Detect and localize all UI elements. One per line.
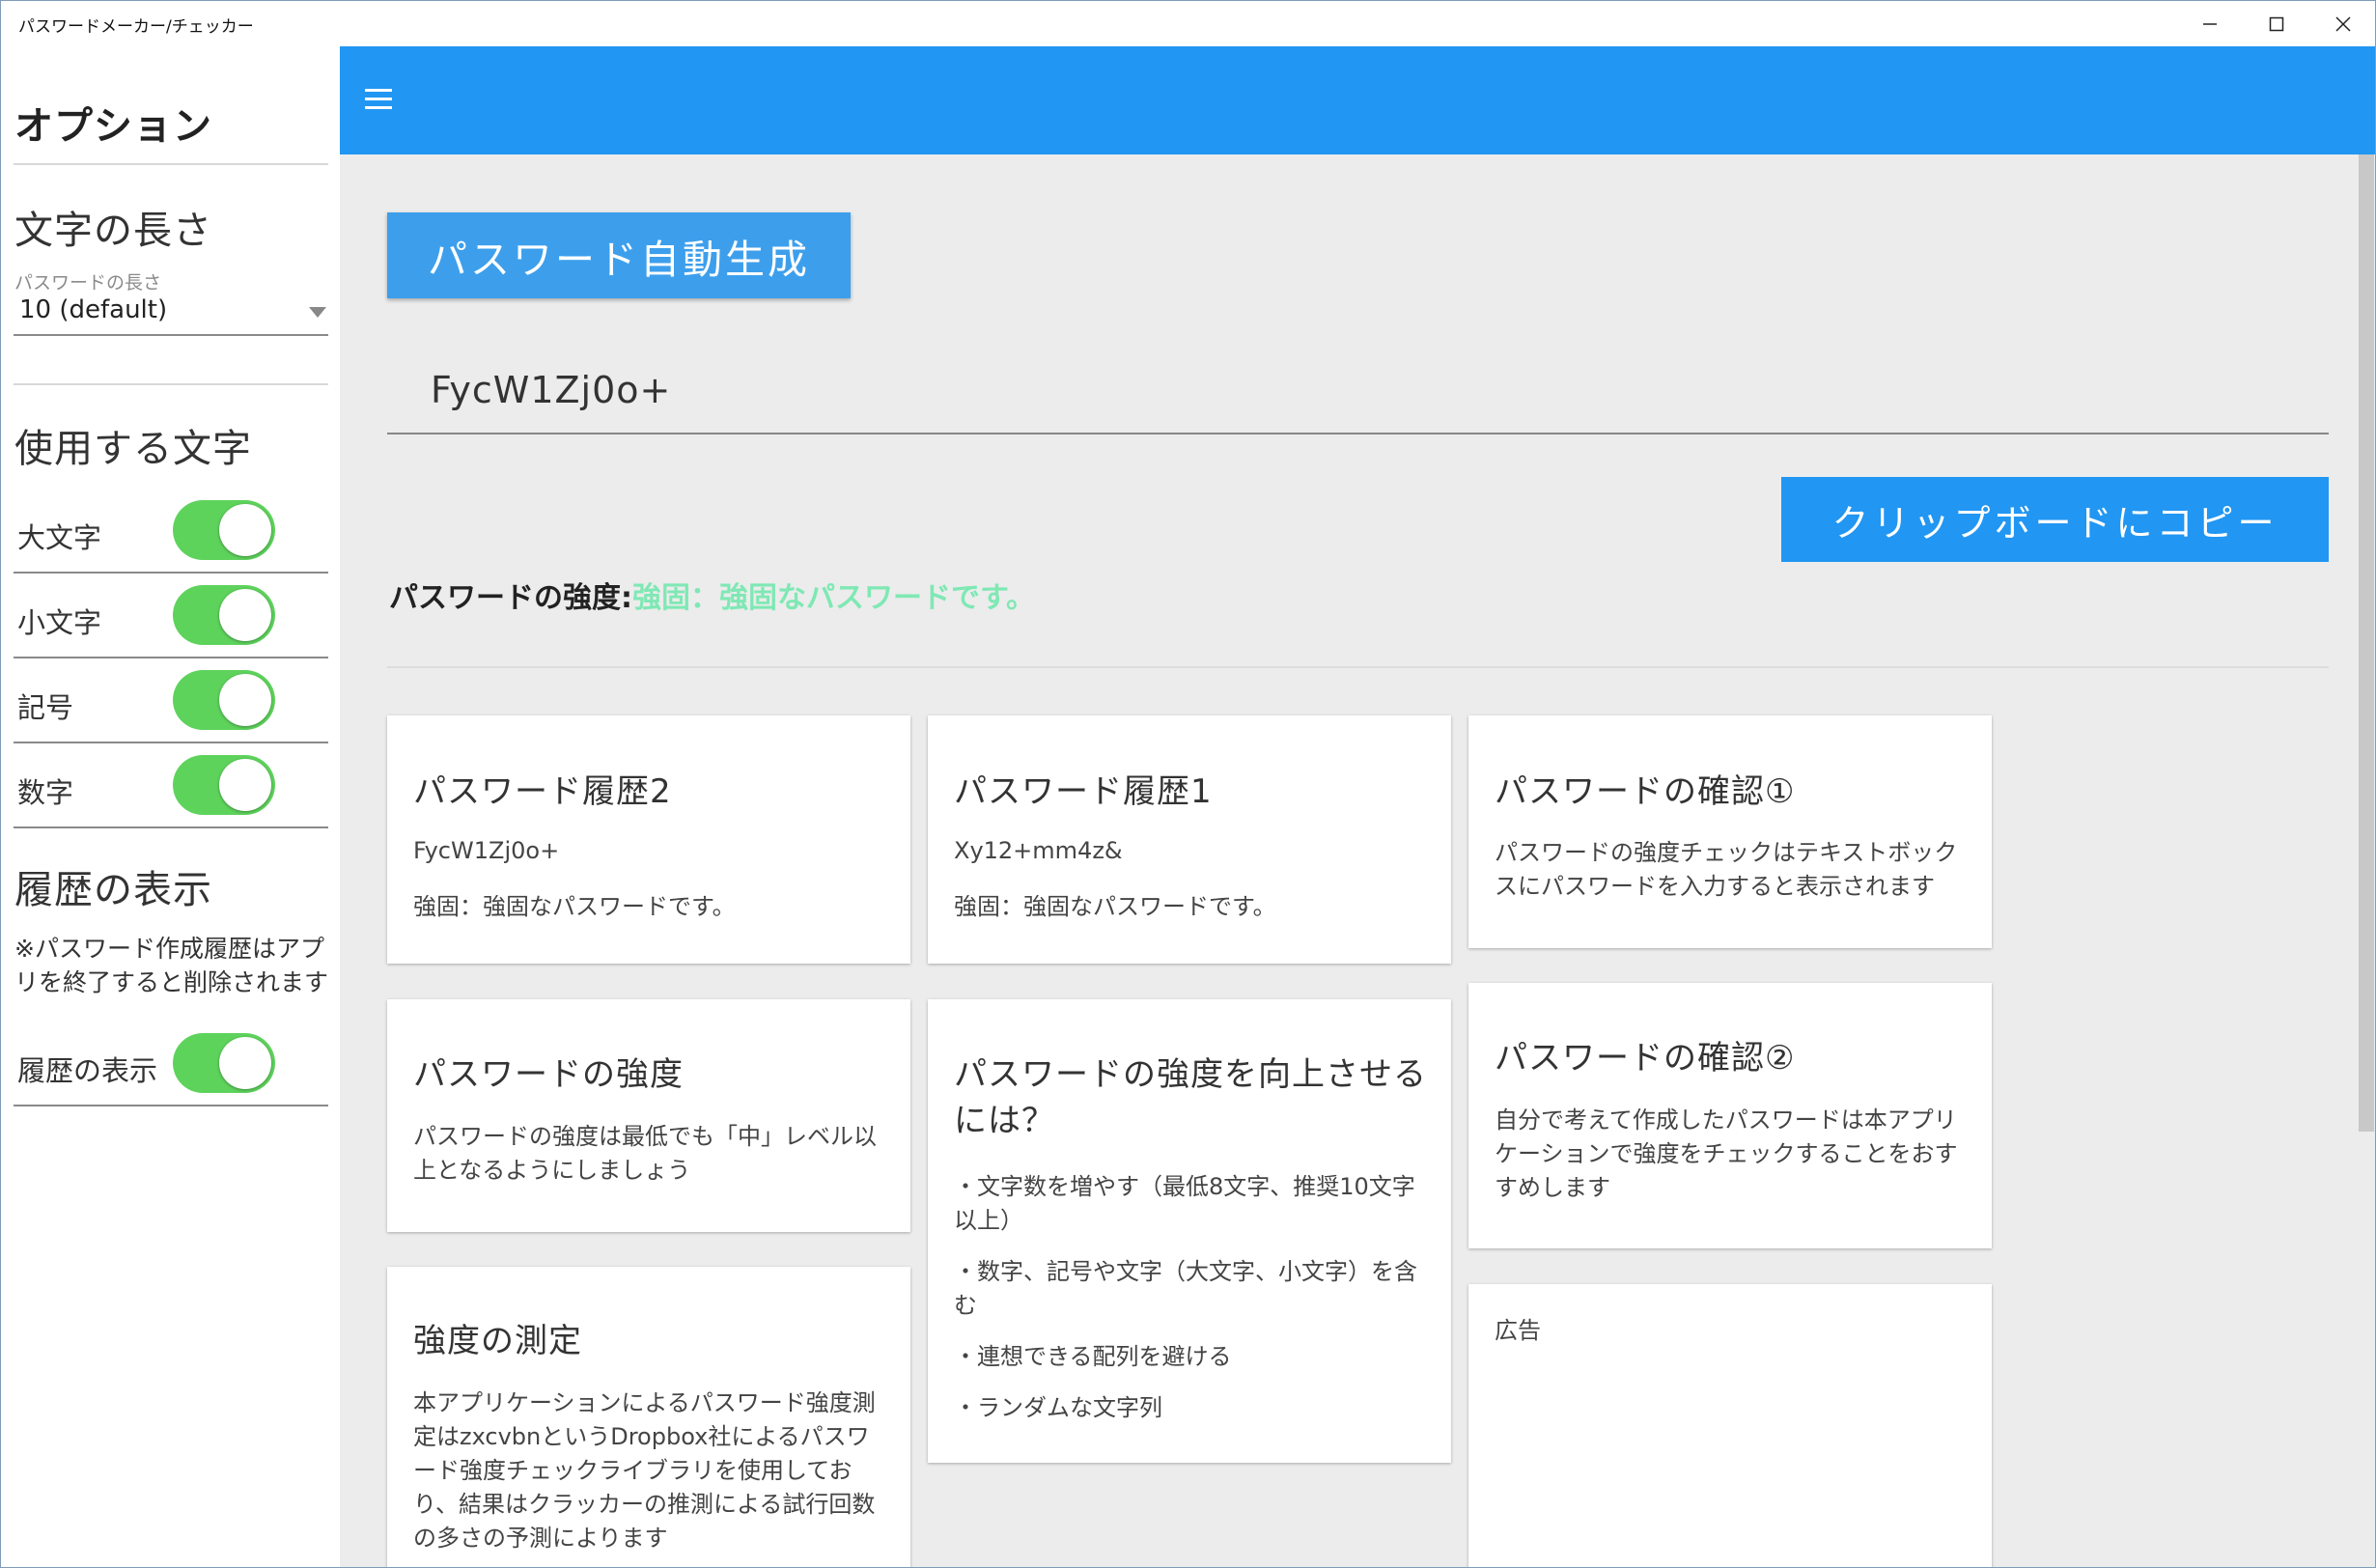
uppercase-toggle[interactable]	[173, 500, 275, 560]
list-item: ・ランダムな文字列	[954, 1394, 1162, 1421]
password-value: FycW1Zj0o+	[431, 369, 672, 411]
close-icon	[2334, 15, 2351, 32]
symbols-toggle[interactable]	[173, 670, 275, 730]
length-select[interactable]: 10 (default)	[14, 290, 328, 336]
history-strength: 強固：強固なパスワードです。	[954, 893, 1276, 920]
history-note: ※パスワード作成履歴はアプリを終了すると削除されます	[14, 935, 329, 996]
maximize-button[interactable]	[2243, 1, 2309, 46]
card-title: 強度の測定	[413, 1322, 582, 1360]
minimize-icon	[2202, 22, 2217, 25]
card-text: パスワードの強度は最低でも「中」レベル以上となるようにしましょう	[413, 1123, 877, 1184]
minimize-button[interactable]	[2176, 1, 2243, 46]
hamburger-icon	[365, 89, 392, 92]
toggle-knob	[219, 759, 271, 811]
app-window: パスワードメーカー/チェッカー オプション 文字の長さ パスワードの長さ 10 …	[0, 0, 2376, 1568]
toggle-row-digits: 数字	[14, 745, 328, 828]
vertical-scrollbar[interactable]	[2357, 154, 2375, 1567]
confirm-card-1: パスワードの確認① パスワードの強度チェックはテキストボックスにパスワードを入力…	[1468, 715, 1992, 948]
history-password: Xy12+mm4z&	[954, 837, 1123, 864]
history-heading: 履歴の表示	[14, 868, 212, 912]
strength-label: パスワードの強度:	[389, 581, 632, 615]
toggle-knob	[219, 504, 271, 556]
length-select-value: 10 (default)	[19, 295, 168, 324]
ad-card: 広告	[1468, 1284, 1992, 1567]
card-text: 本アプリケーションによるパスワード強度測定はzxcvbnというDropbox社に…	[413, 1389, 876, 1552]
history-card-2: パスワード履歴2 FycW1Zj0o+ 強固：強固なパスワードです。	[387, 715, 910, 964]
list-item: ・数字、記号や文字（大文字、小文字）を含む	[954, 1258, 1417, 1319]
strength-result: 強固：強固なパスワードです。	[632, 581, 1035, 615]
options-sidebar: オプション 文字の長さ パスワードの長さ 10 (default) 使用する文字…	[1, 46, 339, 1567]
password-input[interactable]: FycW1Zj0o+	[387, 340, 2329, 434]
toggle-knob	[219, 1037, 271, 1089]
main-content: パスワード自動生成 FycW1Zj0o+ クリップボードにコピー パスワードの強…	[340, 154, 2358, 1567]
card-title: パスワード履歴1	[954, 772, 1213, 811]
card-text: 自分で考えて作成したパスワードは本アプリケーションで強度をチェックすることをおす…	[1495, 1106, 1958, 1201]
history-card-1: パスワード履歴1 Xy12+mm4z& 強固：強固なパスワードです。	[928, 715, 1451, 964]
window-title: パスワードメーカー/チェッカー	[18, 17, 254, 37]
history-strength: 強固：強固なパスワードです。	[413, 893, 736, 920]
divider	[14, 163, 328, 165]
toggle-label: 記号	[17, 691, 74, 724]
toggle-knob	[219, 589, 271, 641]
history-password: FycW1Zj0o+	[413, 837, 560, 864]
toggle-row-uppercase: 大文字	[14, 490, 328, 574]
card-title: パスワードの確認①	[1495, 772, 1796, 811]
list-item: ・連想できる配列を避ける	[954, 1343, 1232, 1370]
improve-card: パスワードの強度を向上させるには？ ・文字数を増やす（最低8文字、推奨10文字以…	[928, 999, 1451, 1463]
toggle-row-history: 履歴の表示	[14, 1023, 328, 1106]
confirm-card-2: パスワードの確認② 自分で考えて作成したパスワードは本アプリケーションで強度をチ…	[1468, 983, 1992, 1248]
toggle-label: 数字	[17, 776, 74, 809]
toggle-row-symbols: 記号	[14, 660, 328, 743]
card-title: パスワードの強度	[413, 1055, 684, 1094]
sidebar-title: オプション	[14, 104, 212, 149]
strength-display: パスワードの強度:強固：強固なパスワードです。	[389, 574, 1035, 616]
chars-heading: 使用する文字	[14, 427, 252, 471]
history-toggle[interactable]	[173, 1033, 275, 1093]
menu-button[interactable]	[363, 77, 396, 120]
divider	[387, 666, 2329, 668]
toggle-label: 履歴の表示	[17, 1054, 158, 1087]
divider	[14, 383, 328, 385]
toggle-row-lowercase: 小文字	[14, 575, 328, 658]
toggle-knob	[219, 674, 271, 726]
app-header	[340, 46, 2375, 154]
title-bar: パスワードメーカー/チェッカー	[1, 1, 2375, 46]
lowercase-toggle[interactable]	[173, 585, 275, 645]
copy-to-clipboard-button[interactable]: クリップボードにコピー	[1781, 477, 2329, 562]
card-text: パスワードの強度チェックはテキストボックスにパスワードを入力すると表示されます	[1495, 839, 1958, 900]
measure-card: 強度の測定 本アプリケーションによるパスワード強度測定はzxcvbnというDro…	[387, 1267, 910, 1567]
maximize-icon	[2269, 16, 2283, 31]
close-button[interactable]	[2309, 1, 2375, 46]
card-title: パスワードの強度を向上させるには？	[954, 1055, 1427, 1140]
dropdown-caret-icon	[309, 307, 326, 318]
list-item: ・文字数を増やす（最低8文字、推奨10文字以上）	[954, 1173, 1415, 1234]
toggle-label: 小文字	[17, 606, 102, 639]
ad-label: 広告	[1495, 1317, 1541, 1344]
length-heading: 文字の長さ	[14, 209, 212, 253]
generate-password-button[interactable]: パスワード自動生成	[387, 212, 851, 298]
strength-info-card: パスワードの強度 パスワードの強度は最低でも「中」レベル以上となるようにしましょ…	[387, 999, 910, 1232]
card-title: パスワードの確認②	[1495, 1039, 1796, 1078]
toggle-label: 大文字	[17, 521, 102, 554]
scrollbar-thumb[interactable]	[2359, 154, 2374, 1132]
digits-toggle[interactable]	[173, 755, 275, 815]
card-title: パスワード履歴2	[413, 772, 672, 811]
